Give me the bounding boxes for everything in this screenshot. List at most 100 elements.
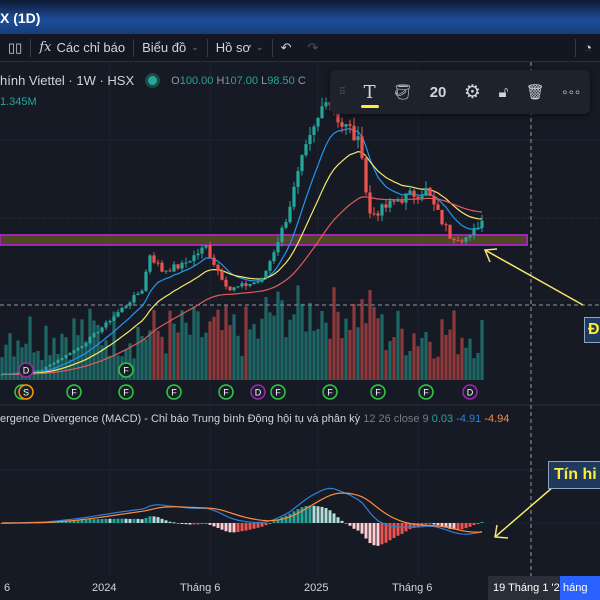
macd-params: 12 26 close 9 — [363, 413, 429, 425]
candle-body — [124, 305, 128, 308]
volume-bar — [248, 329, 252, 380]
macd-histogram-bar — [184, 523, 188, 525]
candle-body — [104, 322, 108, 328]
macd-histogram-bar — [208, 523, 212, 525]
volume-bar — [252, 324, 256, 380]
volume-bar — [348, 329, 352, 380]
volume-bar — [180, 310, 184, 380]
candle-body — [192, 255, 196, 262]
macd-histogram-bar — [328, 510, 332, 523]
macd-histogram-bar — [244, 523, 248, 531]
volume-bar — [176, 332, 180, 380]
volume-bar — [80, 319, 84, 380]
volume-bar — [328, 338, 332, 380]
candle-body — [360, 136, 364, 159]
symbol-legend: hính Viettel · 1W · HSX O100.00 H107.00 … — [0, 73, 306, 88]
candle-body — [208, 245, 212, 258]
fill-bucket-icon[interactable]: 🪣︎ — [393, 83, 412, 101]
volume-bar — [340, 338, 344, 380]
volume-bar — [332, 287, 336, 380]
macd-histogram-bar — [280, 517, 284, 523]
volume-bar — [232, 314, 236, 380]
trash-icon[interactable]: 🗑︎ — [526, 83, 545, 101]
candle-body — [376, 213, 380, 216]
candle-body — [444, 224, 448, 226]
candle-body — [308, 134, 312, 145]
macd-histogram-bar — [284, 515, 288, 523]
macd-histogram-bar — [392, 523, 396, 538]
macd-histogram-bar — [296, 509, 300, 523]
volume-bar — [160, 336, 164, 380]
volume-bar — [380, 314, 384, 380]
macd-histogram-bar — [192, 523, 196, 525]
event-marker-label: F — [71, 388, 77, 398]
macd-hist-value: 0.03 — [431, 413, 454, 425]
candle-body — [176, 264, 180, 269]
more-options-icon[interactable]: ◦◦◦ — [562, 84, 581, 101]
candle-body — [460, 240, 464, 242]
candle-body — [480, 220, 484, 228]
macd-histogram-bar — [84, 519, 88, 523]
high-value: 107.00 — [224, 74, 259, 87]
candle-body — [356, 136, 360, 141]
candle-body — [164, 270, 168, 272]
candle-body — [152, 255, 156, 263]
candle-body — [112, 316, 116, 321]
drag-handle-icon[interactable]: ⠿ — [339, 87, 346, 98]
settings-gear-icon[interactable]: ⚙ — [464, 81, 481, 104]
unlock-icon[interactable]: 🔓︎ — [498, 84, 508, 101]
volume-bar — [152, 310, 156, 380]
volume-bar — [440, 319, 444, 380]
macd-histogram-bar — [372, 523, 376, 546]
candle-body — [44, 366, 48, 370]
candle-body — [12, 373, 16, 375]
candle-body — [72, 350, 76, 354]
candle-body — [180, 262, 184, 269]
event-marker-label: F — [171, 388, 177, 398]
macd-histogram-bar — [104, 518, 108, 523]
volume-bar — [444, 334, 448, 380]
macd-histogram-bar — [200, 523, 204, 524]
candle-body — [436, 204, 440, 210]
volume-bar — [304, 331, 308, 380]
event-marker-label: D — [255, 388, 262, 398]
font-size-button[interactable]: 20 — [430, 84, 447, 101]
macd-histogram-bar — [264, 523, 268, 526]
macd-histogram-bar — [256, 523, 260, 528]
macd-histogram-bar — [156, 517, 160, 523]
volume-bar — [212, 316, 216, 380]
macd-histogram-bar — [472, 523, 476, 526]
macd-histogram-bar — [252, 523, 256, 529]
macd-title[interactable]: ergence Divergence (MACD) - Chỉ báo Trun… — [0, 413, 360, 425]
text-color-button[interactable]: T — [360, 82, 379, 108]
volume-bar — [272, 315, 276, 380]
macd-histogram-bar — [216, 523, 220, 528]
signal-callout[interactable]: Tín hi — [548, 461, 600, 489]
volume-bar — [312, 330, 316, 380]
candle-body — [56, 360, 60, 363]
time-axis[interactable]: 19 Tháng 1 '26 háng 6 2024 Tháng 6 2025 Thán… — [0, 576, 600, 600]
macd-histogram-bar — [260, 523, 264, 527]
macd-histogram-bar — [224, 523, 228, 532]
candle-body — [412, 190, 416, 197]
volume-bar — [164, 353, 168, 380]
volume-bar — [316, 328, 320, 380]
macd-histogram-bar — [272, 521, 276, 523]
support-callout[interactable]: Đ — [584, 317, 600, 343]
volume-bar — [400, 328, 404, 380]
candle-body — [420, 195, 424, 199]
volume-bar — [200, 337, 204, 380]
market-status-icon — [148, 76, 158, 85]
volume-bar — [372, 307, 376, 380]
candle-body — [240, 283, 244, 287]
candle-body — [272, 252, 276, 262]
volume-bar — [368, 290, 372, 380]
volume-bar — [12, 356, 16, 380]
time-axis-label: Tháng 6 — [392, 582, 433, 594]
macd-histogram-bar — [384, 523, 388, 543]
volume-bar — [268, 312, 272, 380]
symbol-name[interactable]: hính Viettel · 1W · HSX — [0, 73, 134, 88]
candle-body — [52, 362, 56, 365]
candle-body — [292, 186, 296, 207]
volume-bar — [136, 326, 140, 380]
